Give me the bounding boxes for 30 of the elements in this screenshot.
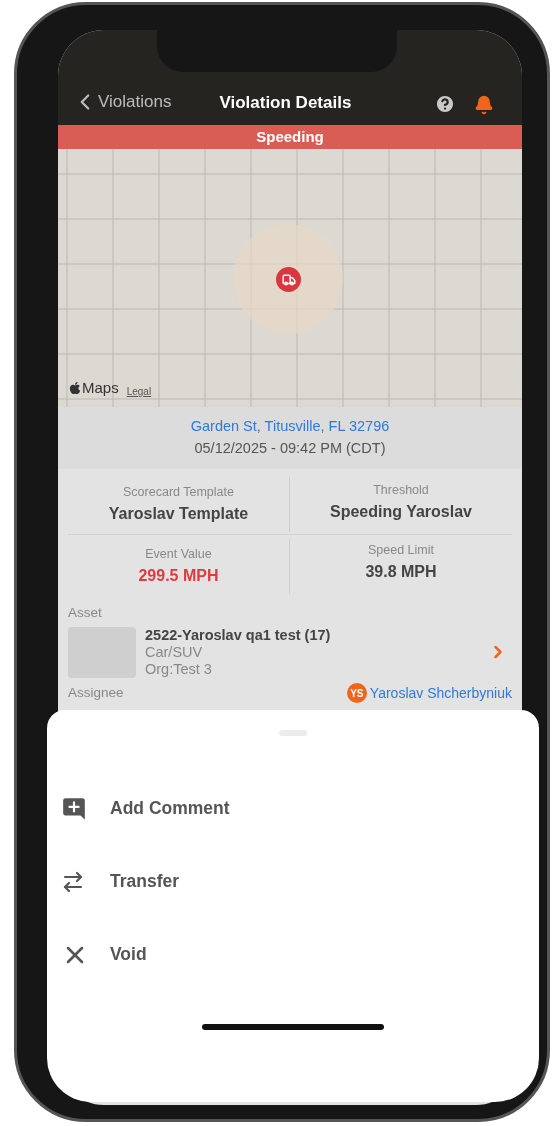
stat-value: 299.5 MPH xyxy=(138,565,219,586)
stat-value: Yaroslav Template xyxy=(108,503,249,524)
action-item[interactable]: Add Comment xyxy=(47,772,539,845)
apple-icon xyxy=(68,380,82,395)
event-datetime: 05/12/2025 - 09:42 PM (CDT) xyxy=(194,439,386,458)
swap-arrows-icon xyxy=(61,869,85,894)
legal-link[interactable]: Legal xyxy=(126,384,152,399)
back-button[interactable]: Violations xyxy=(72,89,172,115)
stat-value: 39.8 MPH xyxy=(365,561,437,582)
stat-label: Threshold xyxy=(373,482,429,499)
section-label: Asset xyxy=(68,603,103,622)
stat-label: Speed Limit xyxy=(368,541,434,559)
asset-name: 2522-Yaroslav qa1 test (17) xyxy=(145,626,332,644)
asset-type: Car/SUV xyxy=(145,643,204,661)
stat-value: Speeding Yaroslav xyxy=(330,501,472,522)
violation-banner: Speeding xyxy=(58,125,522,149)
add-comment-icon xyxy=(61,795,87,822)
screen-title: Violation Details xyxy=(219,91,352,114)
section-label: Assignee xyxy=(68,684,124,703)
action-item[interactable]: Void xyxy=(47,918,539,991)
truck-icon xyxy=(281,272,296,287)
action-item[interactable]: Transfer xyxy=(47,845,539,918)
stat-label: Event Value xyxy=(145,545,212,563)
maps-logo: Maps xyxy=(68,376,119,399)
avatar: YS xyxy=(346,683,367,704)
asset-org: Org:Test 3 xyxy=(145,660,213,678)
stat-label: Scorecard Template xyxy=(123,484,234,501)
asset-row[interactable]: 2522-Yaroslav qa1 test (17) Car/SUV Org:Test 3 xyxy=(68,626,512,678)
bell-icon[interactable] xyxy=(474,95,494,115)
help-icon[interactable] xyxy=(434,93,456,115)
